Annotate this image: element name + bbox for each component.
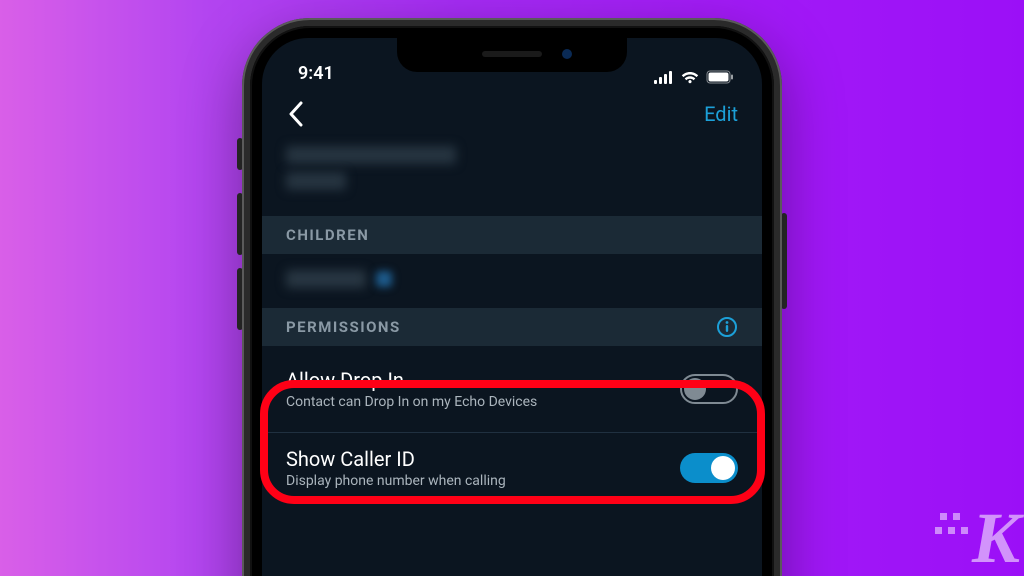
setting-allow-drop-in: Allow Drop In Contact can Drop In on my … bbox=[262, 346, 762, 433]
section-header-permissions: PERMISSIONS bbox=[262, 308, 762, 346]
wifi-icon bbox=[680, 70, 700, 84]
watermark-dots bbox=[940, 513, 960, 520]
setting-title: Show Caller ID bbox=[286, 447, 506, 471]
nav-bar: Edit bbox=[262, 86, 762, 146]
contact-name-redacted bbox=[262, 146, 762, 216]
setting-show-caller-id: Show Caller ID Display phone number when… bbox=[262, 433, 762, 503]
screen: 9:41 Edit bbox=[262, 38, 762, 576]
battery-icon bbox=[706, 70, 734, 84]
section-header-children: CHILDREN bbox=[262, 216, 762, 254]
setting-subtitle: Display phone number when calling bbox=[286, 473, 506, 489]
edit-button[interactable]: Edit bbox=[704, 102, 738, 126]
watermark-dots bbox=[935, 527, 968, 534]
setting-title: Allow Drop In bbox=[286, 368, 537, 392]
show-caller-id-toggle[interactable] bbox=[680, 453, 738, 483]
back-button[interactable] bbox=[282, 100, 310, 128]
content: CHILDREN PERMISSIONS Allow Drop In Conta… bbox=[262, 146, 762, 503]
info-icon[interactable] bbox=[716, 316, 738, 338]
section-header-label: PERMISSIONS bbox=[286, 318, 401, 336]
watermark: K bbox=[972, 502, 1018, 574]
notch bbox=[397, 38, 627, 72]
child-row-redacted[interactable] bbox=[262, 254, 762, 308]
status-time: 9:41 bbox=[298, 63, 334, 84]
chevron-left-icon bbox=[288, 101, 304, 127]
allow-drop-in-toggle[interactable] bbox=[680, 374, 738, 404]
cellular-signal-icon bbox=[654, 70, 674, 84]
phone-frame: 9:41 Edit bbox=[242, 18, 782, 576]
setting-subtitle: Contact can Drop In on my Echo Devices bbox=[286, 394, 537, 410]
